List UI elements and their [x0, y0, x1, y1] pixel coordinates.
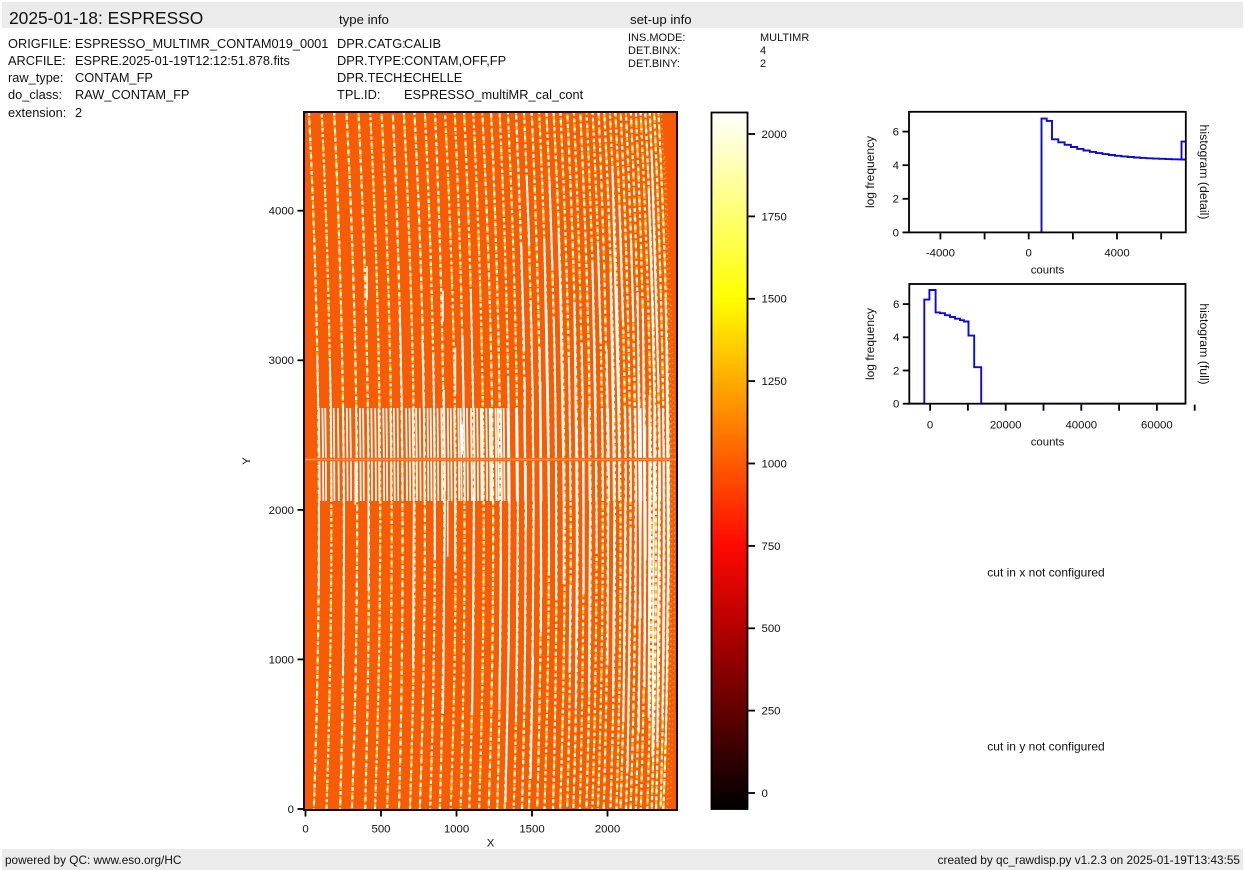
svg-text:6: 6	[893, 299, 899, 311]
svg-text:60000: 60000	[1141, 419, 1173, 431]
svg-text:log frequency: log frequency	[863, 308, 877, 380]
svg-text:cut in y not configured: cut in y not configured	[987, 740, 1104, 754]
svg-text:20000: 20000	[990, 419, 1022, 431]
svg-text:4000: 4000	[269, 206, 294, 218]
svg-text:2000: 2000	[595, 823, 620, 835]
svg-text:1250: 1250	[762, 376, 787, 388]
svg-text:0: 0	[1026, 247, 1032, 259]
svg-text:2: 2	[893, 194, 899, 206]
svg-text:log frequency: log frequency	[863, 136, 877, 208]
svg-text:2: 2	[893, 365, 899, 377]
svg-text:cut in x not configured: cut in x not configured	[987, 566, 1104, 580]
svg-text:Y: Y	[241, 457, 253, 465]
svg-text:40000: 40000	[1065, 419, 1097, 431]
svg-text:250: 250	[762, 706, 781, 718]
svg-text:0: 0	[288, 804, 294, 816]
svg-text:counts: counts	[1031, 265, 1065, 277]
svg-text:-4000: -4000	[926, 247, 955, 259]
svg-text:1750: 1750	[762, 211, 787, 223]
svg-text:1500: 1500	[519, 823, 544, 835]
svg-text:counts: counts	[1031, 437, 1065, 449]
svg-text:4: 4	[893, 160, 899, 172]
svg-text:3000: 3000	[269, 355, 294, 367]
svg-text:histogram (full): histogram (full)	[1197, 303, 1211, 384]
svg-text:0: 0	[302, 823, 308, 835]
svg-text:0: 0	[893, 227, 899, 239]
svg-text:histogram (detail): histogram (detail)	[1197, 125, 1211, 220]
svg-text:1500: 1500	[762, 294, 787, 306]
svg-text:1000: 1000	[444, 823, 469, 835]
svg-text:500: 500	[762, 623, 781, 635]
svg-text:2000: 2000	[269, 505, 294, 517]
svg-text:0: 0	[927, 419, 933, 431]
svg-text:2000: 2000	[762, 129, 787, 141]
svg-text:500: 500	[371, 823, 390, 835]
svg-text:4000: 4000	[1104, 247, 1129, 259]
svg-text:6: 6	[893, 127, 899, 139]
svg-text:0: 0	[762, 788, 768, 800]
svg-text:1000: 1000	[269, 654, 294, 666]
svg-text:750: 750	[762, 541, 781, 553]
svg-text:0: 0	[893, 399, 899, 411]
svg-text:4: 4	[893, 332, 899, 344]
svg-text:1000: 1000	[762, 458, 787, 470]
